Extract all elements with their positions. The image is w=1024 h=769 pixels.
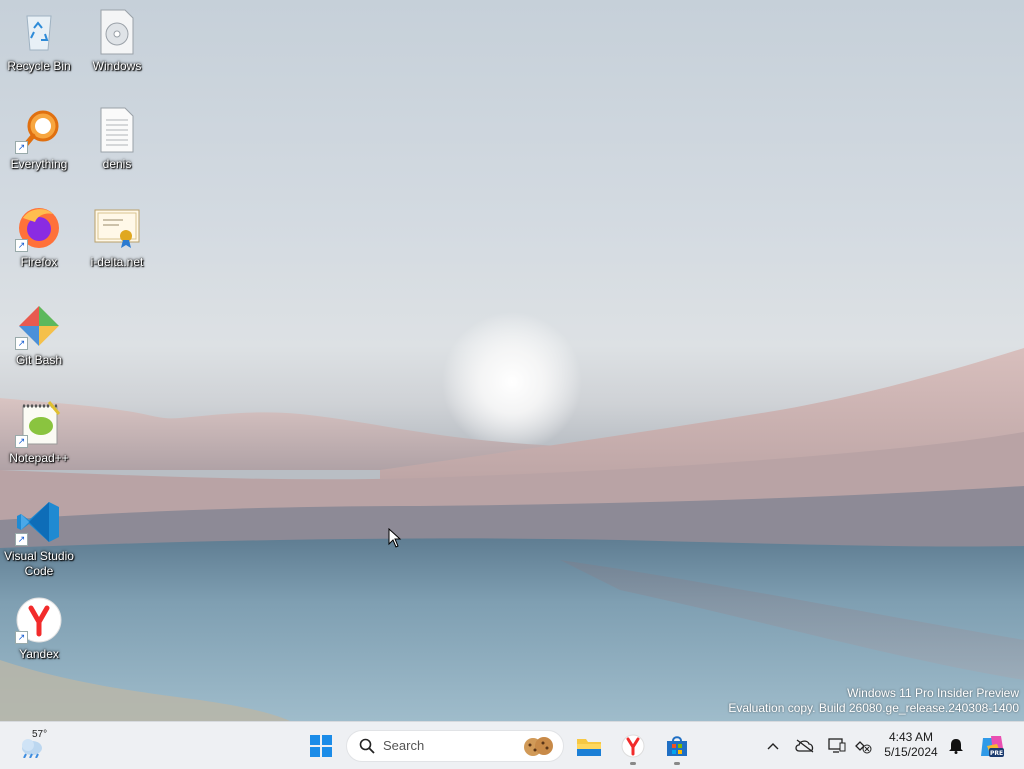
watermark-line-2: Evaluation copy. Build 26080.ge_release.… [728, 701, 1019, 715]
shortcut-arrow-icon: ↗ [15, 435, 28, 448]
desktop-icon-firefox[interactable]: ↗ Firefox [1, 204, 77, 270]
disc-file-icon [93, 8, 141, 56]
desktop-icon-everything[interactable]: ↗ Everything [1, 106, 77, 172]
file-explorer-icon [577, 738, 601, 756]
git-bash-icon: ↗ [15, 302, 63, 350]
mouse-cursor-icon [388, 528, 402, 548]
copilot-pre-icon: PRE [981, 735, 1004, 757]
yandex-browser-icon: ↗ [15, 596, 63, 644]
shortcut-arrow-icon: ↗ [15, 141, 28, 154]
weather-widget[interactable]: 57° [14, 722, 54, 769]
weather-temperature: 57° [32, 729, 48, 740]
certificate-icon [93, 204, 141, 252]
onedrive-offline-icon [795, 738, 814, 753]
clock-time: 4:43 AM [888, 730, 934, 744]
taskbar-microsoft-store[interactable] [662, 722, 692, 769]
yandex-browser-icon [621, 734, 645, 757]
desktop-icon-label: i-delta.net [90, 255, 144, 269]
vscode-icon: ↗ [15, 498, 63, 546]
desktop-icon-notepad-plus-plus[interactable]: ↗ Notepad++ [1, 400, 77, 466]
shortcut-arrow-icon: ↗ [15, 337, 28, 350]
recycle-bin-icon [15, 8, 63, 56]
running-indicator [630, 762, 636, 765]
chevron-up-icon [767, 742, 779, 749]
network-status[interactable] [851, 722, 875, 769]
desktop-icon-denis[interactable]: denis [79, 106, 155, 172]
evaluation-watermark: Windows 11 Pro Insider Preview Evaluatio… [728, 686, 1019, 716]
firefox-icon: ↗ [15, 204, 63, 252]
notification-bell-icon [949, 738, 963, 754]
running-indicator [674, 762, 680, 765]
desktop-icon-label: Windows [92, 59, 142, 73]
desktop-icon-label: Firefox [20, 255, 58, 269]
taskbar: 57° Search 4:43 AM 5/15/2024 PRE [0, 721, 1024, 769]
desktop-icon-label: Git Bash [15, 353, 63, 367]
copilot-button[interactable]: PRE [978, 722, 1006, 769]
desktop-icon-label: denis [102, 157, 132, 171]
desktop-icon-git-bash[interactable]: ↗ Git Bash [1, 302, 77, 368]
shortcut-arrow-icon: ↗ [15, 631, 28, 644]
shortcut-arrow-icon: ↗ [15, 239, 28, 252]
desktop[interactable]: Recycle Bin Windows ↗ Everything denis ↗… [0, 0, 1024, 721]
shortcut-arrow-icon: ↗ [15, 533, 28, 546]
onedrive-status[interactable] [793, 722, 817, 769]
network-disconnected-icon [855, 740, 872, 753]
display-status[interactable] [825, 722, 849, 769]
clock[interactable]: 4:43 AM 5/15/2024 [878, 730, 944, 760]
search-box[interactable]: Search [346, 730, 564, 762]
search-placeholder: Search [383, 738, 425, 753]
taskbar-file-explorer[interactable] [574, 722, 604, 769]
desktop-icon-yandex[interactable]: ↗ Yandex [1, 596, 77, 662]
taskbar-yandex-browser[interactable] [618, 722, 648, 769]
desktop-icon-label: Yandex [19, 647, 59, 661]
desktop-icon-visual-studio-code[interactable]: ↗ Visual Studio Code [1, 498, 77, 579]
desktop-icon-label: Visual Studio Code [4, 549, 74, 578]
start-icon [310, 734, 332, 757]
desktop-icon-label: Recycle Bin [7, 59, 71, 73]
everything-search-icon: ↗ [15, 106, 63, 154]
start-button[interactable] [306, 722, 336, 769]
text-file-icon [93, 106, 141, 154]
microsoft-store-icon [667, 735, 687, 756]
watermark-line-1: Windows 11 Pro Insider Preview [847, 686, 1019, 700]
desktop-icon-label: Everything [10, 157, 68, 171]
desktop-icon-i-delta-net[interactable]: i-delta.net [79, 204, 155, 270]
desktop-icon-label: Notepad++ [9, 451, 69, 465]
desktop-icon-recycle-bin[interactable]: Recycle Bin [1, 8, 77, 74]
notepad-plus-plus-icon: ↗ [15, 400, 63, 448]
notification-button[interactable] [946, 722, 966, 769]
show-hidden-icons-button[interactable] [762, 722, 784, 769]
clock-date: 5/15/2024 [884, 745, 938, 759]
desktop-icon-windows[interactable]: Windows [79, 8, 155, 74]
cookies-icon [524, 737, 553, 756]
svg-text:PRE: PRE [990, 750, 1003, 757]
search-icon [359, 738, 375, 754]
display-icon [828, 737, 846, 753]
